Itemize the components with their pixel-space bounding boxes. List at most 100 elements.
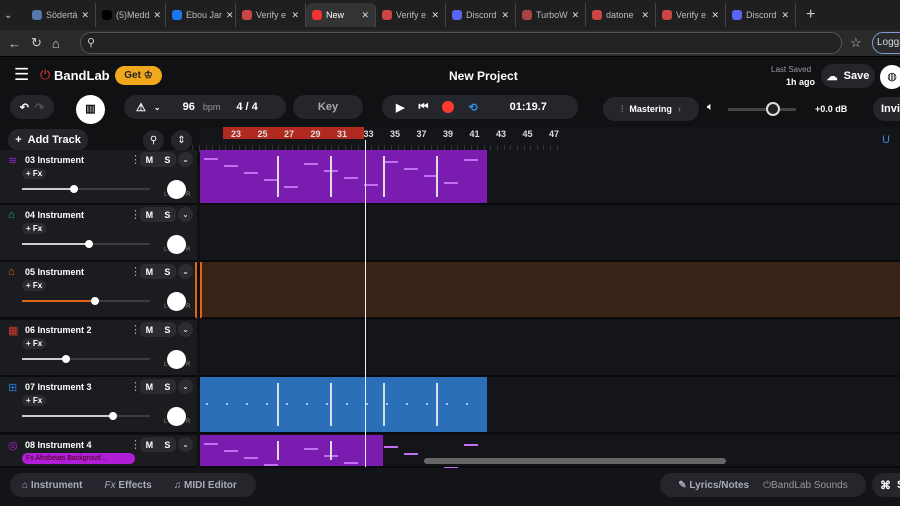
browser-tab[interactable]: Verify e ✕ [376, 3, 446, 27]
snap-magnet-icon[interactable]: U [882, 134, 890, 146]
track-expand-icon[interactable]: ⌄ [178, 322, 193, 337]
volume-knob[interactable] [70, 185, 79, 193]
track-expand-icon[interactable]: ⌄ [178, 264, 193, 279]
browser-tab[interactable]: New ✕ [306, 3, 376, 27]
get-membership-button[interactable]: Get ♔ [115, 66, 162, 85]
browser-tab[interactable]: datone ✕ [586, 3, 656, 27]
lyrics-notes-tab[interactable]: ✎ Lyrics/Notes [678, 480, 749, 491]
close-tab-icon[interactable]: ✕ [641, 10, 649, 21]
shortcuts-button[interactable]: ⌘S [872, 473, 900, 497]
bandlab-sounds-tab[interactable]: ⏻BandLab Sounds [763, 480, 848, 491]
add-fx-button[interactable]: + Fx [22, 168, 47, 179]
track-name[interactable]: 08 Instrument 4 [25, 440, 92, 450]
bookmark-star-icon[interactable]: ☆ [850, 35, 862, 51]
track-expand-icon[interactable]: ⌄ [178, 379, 193, 394]
undo-icon[interactable]: ↶ [20, 101, 29, 114]
track-header[interactable]: ≋ 03 Instrument ⋮ MS ⌄ + Fx LR [0, 150, 197, 205]
track-header[interactable]: ⌂ 05 Instrument ⋮ MS ⌄ + Fx LR [0, 262, 197, 319]
globe-button[interactable]: ◍ [880, 65, 900, 89]
track-name[interactable]: 06 Instrument 2 [25, 325, 92, 335]
track-name[interactable]: 04 Instrument [25, 210, 84, 220]
time-signature[interactable]: 4 / 4 [236, 101, 257, 113]
track-expand-icon[interactable]: ⌄ [178, 152, 193, 167]
track-header[interactable]: ⌂ 04 Instrument ⋮ MS ⌄ + Fx LR [0, 205, 197, 262]
fit-tracks-button[interactable]: ⇕ [171, 130, 192, 151]
solo-button[interactable]: S [164, 382, 170, 392]
master-volume-slider[interactable] [728, 102, 796, 116]
loop-icon[interactable]: ⟲ [468, 101, 477, 114]
metronome-dropdown-icon[interactable]: ⌄ [154, 103, 161, 112]
midi-clip[interactable] [200, 377, 487, 432]
tab-search-icon[interactable]: ⌄ [4, 10, 26, 21]
volume-knob[interactable] [84, 240, 93, 248]
save-button[interactable]: ☁ Save [821, 64, 875, 88]
track-lane[interactable] [200, 377, 900, 434]
track-lane[interactable] [200, 262, 900, 319]
solo-button[interactable]: S [164, 267, 170, 277]
key-button[interactable]: Key [293, 95, 363, 119]
track-volume-slider[interactable] [22, 185, 150, 193]
mute-button[interactable]: M [146, 155, 154, 165]
back-icon[interactable]: ← [8, 36, 21, 51]
skip-back-icon[interactable]: ⏮ [418, 101, 428, 114]
close-tab-icon[interactable]: ✕ [431, 10, 439, 21]
mute-button[interactable]: M [146, 440, 154, 450]
playhead[interactable] [364, 140, 366, 467]
track-name[interactable]: 07 Instrument 3 [25, 382, 92, 392]
master-volume-knob[interactable] [766, 102, 780, 116]
solo-button[interactable]: S [164, 440, 170, 450]
keyboard-button[interactable]: ▥ [76, 95, 105, 124]
instrument-tab[interactable]: ⌂ Instrument [22, 480, 83, 491]
browser-tab[interactable]: Ebou Jar ✕ [166, 3, 236, 27]
browser-tab[interactable]: Södertä ✕ [26, 3, 96, 27]
invite-button[interactable]: Invi [873, 97, 900, 121]
track-lane[interactable] [200, 205, 900, 262]
mute-button[interactable]: M [146, 325, 154, 335]
midi-clip[interactable] [200, 435, 478, 473]
solo-button[interactable]: S [164, 155, 170, 165]
browser-tab[interactable]: Verify e ✕ [656, 3, 726, 27]
track-volume-slider[interactable] [22, 297, 150, 305]
track-volume-slider[interactable] [22, 355, 150, 363]
add-fx-button[interactable]: + Fx [22, 338, 47, 349]
midi-editor-tab[interactable]: ♫ MIDI Editor [174, 480, 237, 491]
effects-tab[interactable]: Fx Effects [105, 480, 152, 491]
browser-tab[interactable]: TurboW ✕ [516, 3, 586, 27]
pan-knob[interactable] [167, 407, 186, 426]
track-expand-icon[interactable]: ⌄ [178, 437, 193, 452]
track-name[interactable]: 03 Instrument [25, 155, 84, 165]
timeline-ruler[interactable]: 23 25 27 29 31 33 35 37 39 41 43 45 47 [192, 127, 900, 152]
volume-knob[interactable] [61, 355, 70, 363]
record-button[interactable] [442, 101, 455, 113]
volume-knob[interactable] [90, 297, 99, 305]
mute-button[interactable]: M [146, 267, 154, 277]
track-header[interactable]: ⊞ 07 Instrument 3 ⋮ MS ⌄ + Fx LR [0, 377, 197, 434]
add-fx-button[interactable]: + Fx [22, 395, 47, 406]
pan-knob[interactable] [167, 350, 186, 369]
midi-clip[interactable] [200, 150, 487, 203]
track-name[interactable]: 05 Instrument [25, 267, 84, 277]
metronome-icon[interactable]: ⚠ [136, 101, 146, 114]
close-tab-icon[interactable]: ✕ [226, 10, 234, 21]
add-fx-button[interactable]: + Fx [22, 280, 47, 291]
mastering-button[interactable]: ⫶ Mastering › [603, 97, 699, 121]
pan-knob[interactable] [167, 292, 186, 311]
automation-button[interactable]: ⚲ [143, 130, 164, 151]
add-fx-button[interactable]: + Fx [22, 223, 47, 234]
close-tab-icon[interactable]: ✕ [572, 10, 580, 21]
new-tab-button[interactable]: + [806, 6, 815, 24]
close-tab-icon[interactable]: ✕ [82, 10, 90, 21]
close-tab-icon[interactable]: ✕ [711, 10, 719, 21]
close-tab-icon[interactable]: ✕ [154, 10, 162, 21]
horizontal-scrollbar[interactable] [424, 458, 726, 464]
address-input[interactable]: ⚲ [80, 32, 842, 54]
play-icon[interactable]: ▶ [396, 101, 404, 114]
redo-icon[interactable]: ↷ [35, 101, 44, 114]
close-tab-icon[interactable]: ✕ [501, 10, 509, 21]
browser-tab[interactable]: Discord ✕ [446, 3, 516, 27]
solo-button[interactable]: S [164, 325, 170, 335]
login-button[interactable]: Logga [872, 32, 900, 54]
solo-button[interactable]: S [164, 210, 170, 220]
add-track-button[interactable]: + Add Track [8, 129, 88, 151]
track-header[interactable]: ◎ 08 Instrument 4 ⋮ MS ⌄ Fx Afrobeats Bac… [0, 435, 197, 468]
